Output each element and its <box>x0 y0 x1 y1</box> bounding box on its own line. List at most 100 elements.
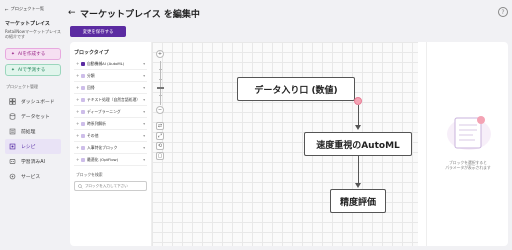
expand-icon[interactable]: ⤢ <box>156 132 164 140</box>
plus-icon: + <box>76 145 80 150</box>
sidebar-item-trained-ai[interactable]: 学習済みAI <box>5 154 61 169</box>
block-item-label: テキスト処理（自然言語処理） <box>87 96 141 102</box>
block-item-other[interactable]: + その他 ▾ <box>74 130 147 142</box>
block-item-label: 時系列解析 <box>87 120 106 126</box>
block-item-optimization[interactable]: + 最適化 (OptFlow) ▾ <box>74 154 147 166</box>
empty-properties-illustration <box>447 116 491 150</box>
zoom-tick <box>158 79 162 80</box>
service-icon <box>9 173 16 180</box>
project-description: RetailNowマーケットプレイスの紹介です <box>5 29 61 39</box>
arrow-down-icon <box>355 183 361 188</box>
fit-view-icon[interactable]: ⇄ <box>156 122 164 130</box>
ai-predict-label: AIで予測する <box>17 68 46 73</box>
text-processing-icon <box>81 97 85 102</box>
project-name: マーケットプレイス <box>5 21 50 27</box>
block-item-label: 入事特化ブロック <box>87 144 118 150</box>
plus-icon: + <box>76 157 80 162</box>
block-item-specialized[interactable]: + 入事特化ブロック ▾ <box>74 142 147 154</box>
chevron-down-icon: ▾ <box>143 85 145 90</box>
zoom-thumb[interactable] <box>156 87 164 89</box>
section-label: プロジェクト管理 <box>6 84 38 89</box>
preprocess-icon <box>9 128 16 135</box>
flow-connector <box>358 156 359 184</box>
zoom-in-button[interactable]: + <box>156 50 164 58</box>
block-item-classification[interactable]: + 分類 ▾ <box>74 70 147 82</box>
plus-icon: + <box>76 73 80 78</box>
plus-icon: + <box>76 121 80 126</box>
sidebar: ← プロジェクト一覧 マーケットプレイス RetailNowマーケットプレイスの… <box>0 0 66 250</box>
regression-icon <box>81 85 85 90</box>
block-item-label: 自動機械AI (AutoML) <box>87 60 125 66</box>
classification-icon <box>81 73 85 78</box>
other-icon <box>81 133 85 138</box>
page-title: マーケットプレイス を編集中 <box>80 9 200 20</box>
sidebar-item-label: レシピ <box>21 145 36 150</box>
back-link-label: プロジェクト一覧 <box>10 6 45 11</box>
optimization-icon <box>81 157 85 162</box>
recipe-canvas[interactable]: + − ⇄ ⤢ ⟲ ▢ データ入り口 (数値) 速度重視のAutoML 精度評価 <box>152 42 418 246</box>
block-item-label: その他 <box>87 132 99 138</box>
plus-icon: + <box>76 61 80 66</box>
properties-empty-message: ブロックを選択すると パラメータが表示されます <box>445 160 491 170</box>
block-item-label: 回帰 <box>87 84 95 90</box>
deep-learning-icon <box>81 109 85 114</box>
flow-node-automl[interactable]: 速度重視のAutoML <box>304 132 412 156</box>
block-item-time-series[interactable]: + 時系列解析 ▾ <box>74 118 147 130</box>
chevron-down-icon: ▾ <box>143 145 145 150</box>
chevron-down-icon: ▾ <box>143 133 145 138</box>
sidebar-item-label: 前処理 <box>21 130 36 135</box>
sparkle-icon: ✦ <box>11 67 15 73</box>
sidebar-item-label: ダッシュボード <box>21 100 55 105</box>
back-to-projects-link[interactable]: ← プロジェクト一覧 <box>5 6 61 12</box>
sidebar-item-dashboard[interactable]: ダッシュボード <box>5 94 61 109</box>
block-item-regression[interactable]: + 回帰 ▾ <box>74 82 147 94</box>
sidebar-item-dataset[interactable]: データセット <box>5 109 61 124</box>
plus-icon: + <box>76 85 80 90</box>
undo-icon[interactable]: ⟲ <box>156 142 164 150</box>
block-item-automl[interactable]: + 自動機械AI (AutoML) ▾ <box>74 58 147 70</box>
sidebar-item-preprocess[interactable]: 前処理 <box>5 124 61 139</box>
chevron-down-icon: ▾ <box>143 61 145 66</box>
trained-ai-icon <box>9 158 16 165</box>
zoom-tick <box>158 95 162 96</box>
chevron-down-icon: ▾ <box>143 157 145 162</box>
sidebar-item-label: 学習済みAI <box>21 160 45 165</box>
zoom-out-button[interactable]: − <box>156 106 164 114</box>
dashboard-icon <box>9 98 16 105</box>
arrow-left-icon: ← <box>5 6 9 12</box>
sidebar-item-service[interactable]: サービス <box>5 169 61 184</box>
chevron-down-icon: ▾ <box>143 97 145 102</box>
block-search-box <box>74 181 147 191</box>
flow-connector <box>358 105 359 126</box>
plus-icon: + <box>76 97 80 102</box>
block-item-text-processing[interactable]: + テキスト処理（自然言語処理） ▾ <box>74 94 147 106</box>
save-changes-button[interactable]: 変更を保存する <box>70 26 126 37</box>
page-header: ← マーケットプレイス を編集中 ? <box>66 0 512 26</box>
search-icon <box>78 183 83 189</box>
chevron-down-icon: ▾ <box>143 121 145 126</box>
time-series-icon <box>81 121 85 126</box>
recipe-icon <box>9 143 16 150</box>
zoom-controls: + − ⇄ ⤢ ⟲ ▢ <box>155 50 165 162</box>
specialized-icon <box>81 145 85 150</box>
sidebar-item-recipe[interactable]: レシピ <box>5 139 61 154</box>
block-item-deep-learning[interactable]: + ディープラーニング ▾ <box>74 106 147 118</box>
back-arrow-icon[interactable]: ← <box>68 8 80 18</box>
node-output-port[interactable] <box>354 97 362 105</box>
flow-node-data-input[interactable]: データ入り口 (数値) <box>237 77 355 101</box>
properties-panel: ブロックを選択すると パラメータが表示されます <box>426 42 508 246</box>
recipe-editor: ブロックタイプ + 自動機械AI (AutoML) ▾ + 分類 ▾ + 回帰 … <box>70 42 508 246</box>
sidebar-item-label: サービス <box>21 175 41 180</box>
ai-predict-button[interactable]: ✦ AIで予測する <box>5 64 61 76</box>
plus-icon: + <box>76 133 80 138</box>
ai-create-label: AIを作成する <box>17 52 46 57</box>
block-search-input[interactable] <box>84 184 143 188</box>
block-type-panel: ブロックタイプ + 自動機械AI (AutoML) ▾ + 分類 ▾ + 回帰 … <box>70 42 152 246</box>
ai-create-button[interactable]: ✦ AIを作成する <box>5 48 61 60</box>
help-icon[interactable]: ? <box>498 7 508 17</box>
block-search-label: ブロックを検索 <box>76 172 103 177</box>
flow-node-evaluation[interactable]: 精度評価 <box>330 189 386 213</box>
frame-icon[interactable]: ▢ <box>156 152 164 160</box>
zoom-slider[interactable] <box>156 61 164 105</box>
sidebar-item-label: データセット <box>21 115 50 120</box>
